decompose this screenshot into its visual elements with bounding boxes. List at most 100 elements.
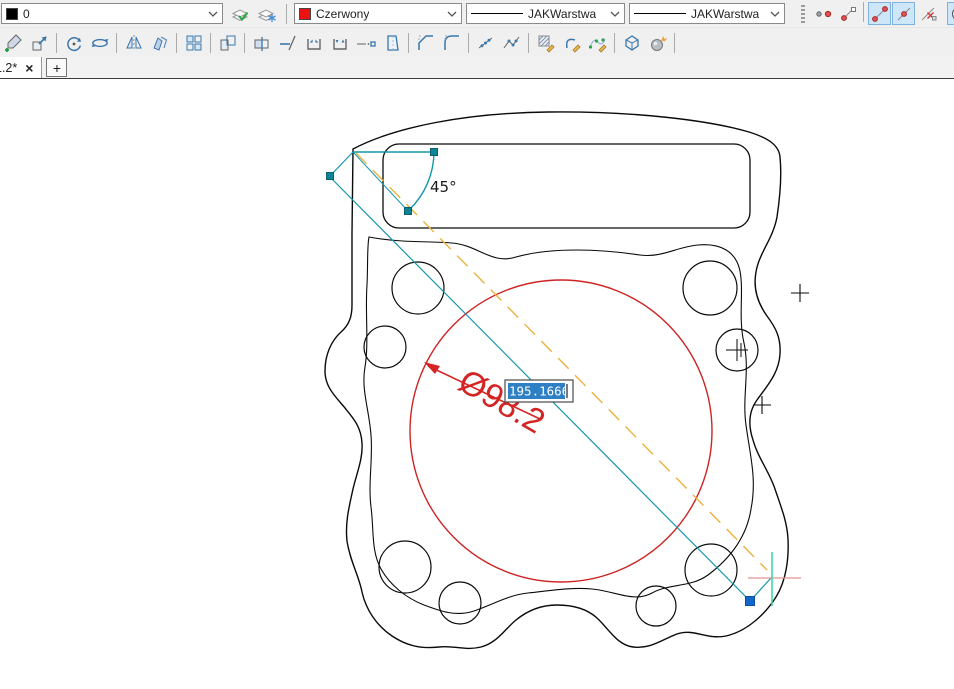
layer-color-swatch	[6, 8, 18, 20]
snap-intersection-button[interactable]	[916, 2, 939, 25]
match-properties-icon	[4, 33, 24, 53]
tab-bar: 1.2* × +	[0, 57, 954, 79]
explode-icon	[648, 33, 668, 53]
mirror-icon	[124, 33, 144, 53]
toolbar-gap	[940, 2, 946, 25]
join-button[interactable]	[301, 30, 326, 55]
break-button[interactable]	[327, 30, 352, 55]
toolbar-separator	[674, 33, 675, 53]
layer-combo[interactable]: 0	[1, 3, 223, 24]
region-button[interactable]	[379, 30, 404, 55]
stretch-icon	[252, 33, 272, 53]
edit-hatch-icon	[536, 33, 556, 53]
linetype-value: JAKWarstwa	[528, 7, 596, 21]
layer-states-icon	[257, 4, 277, 24]
color-swatch	[299, 8, 311, 20]
center-mark	[726, 339, 748, 361]
chamfer-icon	[416, 33, 436, 53]
snap-endpoints-icon	[870, 4, 890, 24]
layer-states-button[interactable]	[254, 1, 279, 26]
point-pair-button[interactable]	[812, 2, 835, 25]
properties-toolbar: 0 Czerwony JAKWarstwa JAKWarstwa	[0, 0, 954, 28]
explode-3d-icon	[622, 33, 642, 53]
snap-midpoint-button[interactable]	[892, 2, 915, 25]
toolbar-separator	[244, 33, 245, 53]
divide-icon	[502, 33, 522, 53]
drawing-tab-label: 1.2*	[0, 61, 17, 75]
rotate-icon	[64, 33, 84, 53]
dimension-grips[interactable]	[327, 149, 755, 606]
color-value: Czerwony	[316, 7, 369, 21]
lineweight-preview	[634, 13, 686, 14]
chevron-down-icon[interactable]	[770, 11, 780, 17]
close-tab-icon[interactable]: ×	[25, 61, 33, 75]
toolbar-drag-handle[interactable]	[801, 5, 805, 23]
divide-button[interactable]	[499, 30, 524, 55]
chevron-down-icon[interactable]	[610, 11, 620, 17]
region-icon	[382, 33, 402, 53]
toolbar-separator	[408, 33, 409, 53]
bore-circle[interactable]	[410, 280, 712, 582]
cad-window: 0 Czerwony JAKWarstwa JAKWarstwa	[0, 0, 954, 689]
toolbar-separator	[528, 33, 529, 53]
point-pair-icon	[814, 4, 834, 24]
fillet-icon	[442, 33, 462, 53]
break-at-point-button[interactable]	[353, 30, 378, 55]
drawing-canvas[interactable]: Ø98.2 45°	[0, 79, 954, 689]
edit-hatch-button[interactable]	[533, 30, 558, 55]
mirror-3d-button[interactable]	[147, 30, 172, 55]
measure-button[interactable]	[473, 30, 498, 55]
measure-icon	[476, 33, 496, 53]
new-tab-button[interactable]: +	[46, 58, 67, 77]
trim-icon	[278, 33, 298, 53]
chevron-down-icon[interactable]	[208, 11, 218, 17]
trim-button[interactable]	[275, 30, 300, 55]
dynamic-input-box[interactable]: 195.1666	[505, 380, 573, 402]
drawing-tab[interactable]: 1.2* ×	[0, 57, 42, 78]
align-button[interactable]	[215, 30, 240, 55]
edit-spline-icon	[588, 33, 608, 53]
mirror-button[interactable]	[121, 30, 146, 55]
align-icon	[218, 33, 238, 53]
fillet-button[interactable]	[439, 30, 464, 55]
point-endpoint-button[interactable]	[836, 2, 859, 25]
chamfer-button[interactable]	[413, 30, 438, 55]
dynamic-input-value: 195.1666	[509, 384, 569, 399]
scale-icon	[30, 33, 50, 53]
snap-center-button[interactable]	[947, 2, 954, 25]
aligned-dimension[interactable]	[330, 152, 771, 601]
gasket-inner-contour[interactable]	[364, 237, 753, 613]
modify-toolbar	[0, 28, 954, 57]
match-properties-button[interactable]	[1, 30, 26, 55]
linetype-combo[interactable]: JAKWarstwa	[466, 3, 625, 24]
array-icon	[184, 33, 204, 53]
snap-endpoints-button[interactable]	[868, 2, 891, 25]
toolbar-separator	[210, 33, 211, 53]
toolbar-separator	[468, 33, 469, 53]
color-combo[interactable]: Czerwony	[294, 3, 462, 24]
layer-properties-icon	[230, 4, 250, 24]
mirror-3d-icon	[150, 33, 170, 53]
edit-polyline-button[interactable]	[559, 30, 584, 55]
bolt-holes[interactable]	[364, 261, 758, 626]
rotate-3d-button[interactable]	[87, 30, 112, 55]
snap-midpoint-icon	[894, 4, 914, 24]
rotate-button[interactable]	[61, 30, 86, 55]
snap-center-icon	[949, 4, 954, 24]
chevron-down-icon[interactable]	[447, 11, 457, 17]
scale-button[interactable]	[27, 30, 52, 55]
join-icon	[304, 33, 324, 53]
stretch-button[interactable]	[249, 30, 274, 55]
edit-spline-button[interactable]	[585, 30, 610, 55]
toolbar-separator	[116, 33, 117, 53]
lineweight-value: JAKWarstwa	[691, 7, 759, 21]
layer-value: 0	[23, 7, 30, 21]
construction-line[interactable]	[356, 153, 767, 570]
snap-intersection-icon	[918, 4, 938, 24]
explode-3d-button[interactable]	[619, 30, 644, 55]
crosshair-cursor	[748, 552, 801, 606]
layer-properties-button[interactable]	[227, 1, 252, 26]
array-button[interactable]	[181, 30, 206, 55]
explode-button[interactable]	[645, 30, 670, 55]
lineweight-combo[interactable]: JAKWarstwa	[629, 3, 785, 24]
